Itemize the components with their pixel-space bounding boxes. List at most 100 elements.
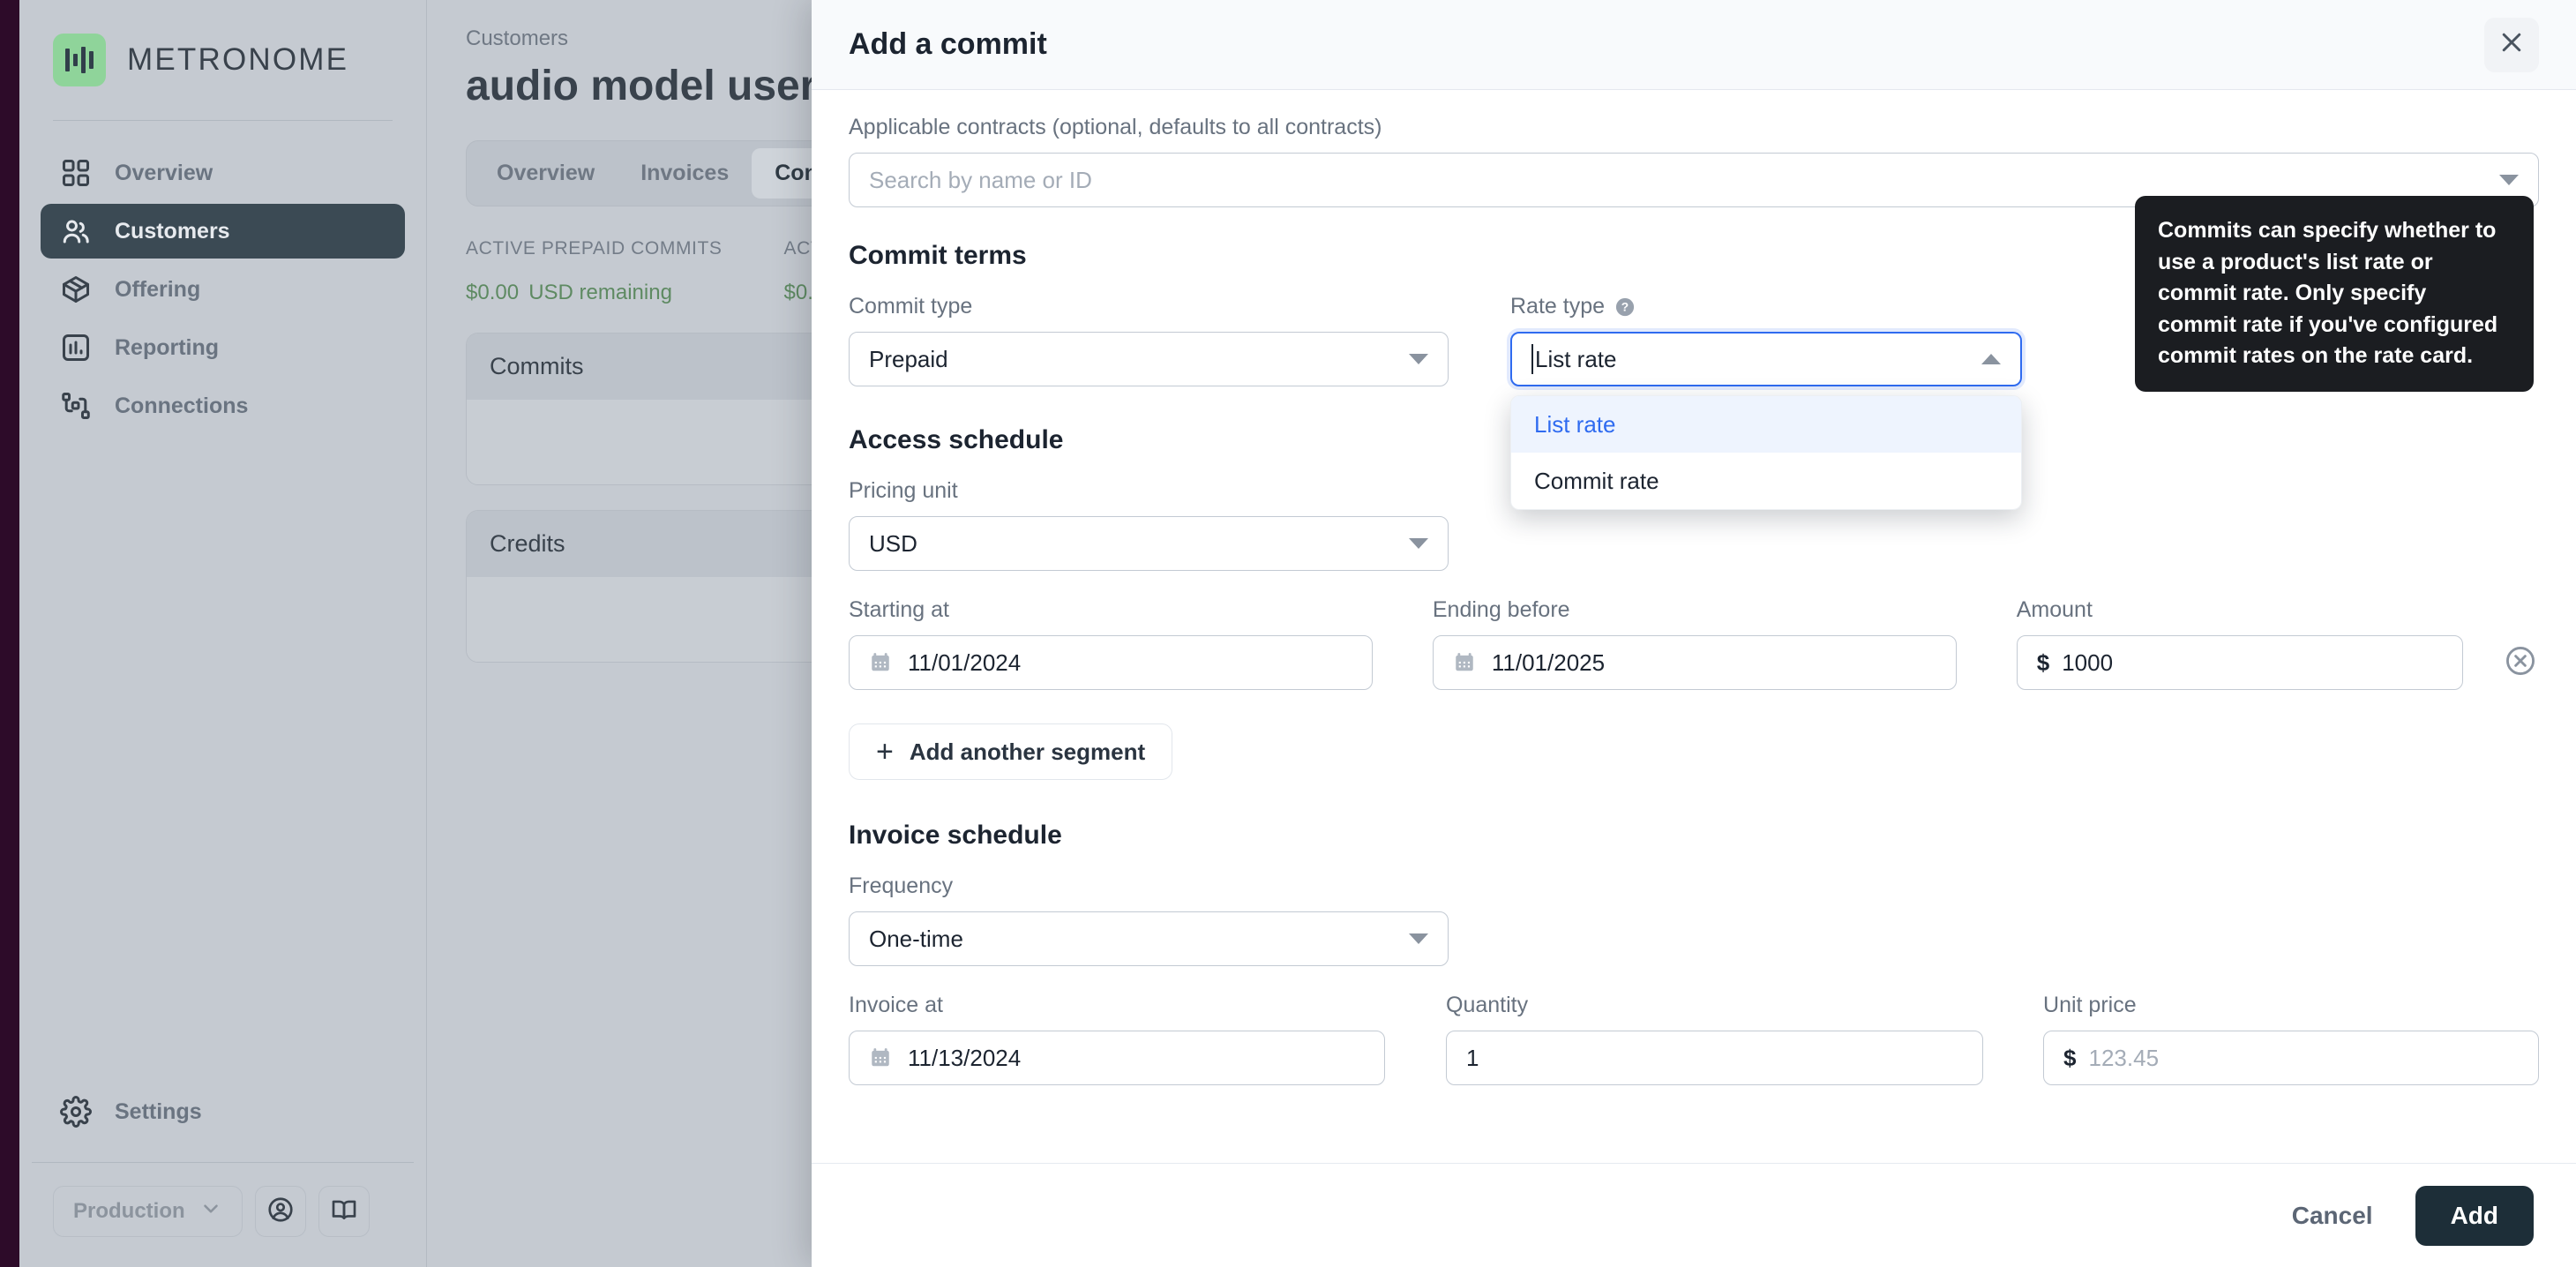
starting-at-value: 11/01/2024 (908, 649, 1021, 677)
frequency-label: Frequency (849, 873, 1449, 899)
user-circle-icon (266, 1196, 295, 1228)
connections-icon (60, 390, 92, 422)
sidebar-item-reporting[interactable]: Reporting (41, 320, 405, 375)
sidebar-bottom-nav: Settings (19, 1084, 426, 1139)
amount-input[interactable]: $ 1000 (2017, 635, 2463, 690)
unit-price-label: Unit price (2043, 993, 2539, 1018)
rate-type-select[interactable]: List rate (1510, 332, 2022, 386)
currency-symbol: $ (2037, 649, 2049, 677)
stat-amount: $0. (784, 281, 813, 304)
tab-overview[interactable]: Overview (474, 148, 618, 199)
box-icon (60, 274, 92, 305)
quantity-label: Quantity (1446, 993, 1982, 1018)
stat-value: $0.00 USD remaining (466, 268, 723, 308)
rate-type-options-menu: List rate Commit rate (1510, 395, 2022, 510)
rate-type-label-wrap: Rate type ? (1510, 294, 2022, 319)
frequency-select[interactable]: One-time (849, 911, 1449, 966)
svg-text:?: ? (1621, 300, 1629, 313)
starting-at-input[interactable]: 11/01/2024 (849, 635, 1373, 690)
screen: METRONOME Overview (0, 0, 2576, 1267)
commit-type-select[interactable]: Prepaid (849, 332, 1449, 386)
quantity-value: 1 (1466, 1045, 1479, 1072)
sidebar-item-connections[interactable]: Connections (41, 379, 405, 433)
close-button[interactable] (2484, 18, 2539, 72)
chevron-down-icon (2499, 175, 2519, 185)
stat-suffix: USD remaining (528, 281, 672, 304)
applicable-contracts-label: Applicable contracts (optional, defaults… (849, 115, 2539, 140)
invoice-at-value: 11/13/2024 (908, 1045, 1021, 1072)
rate-type-option-list-rate[interactable]: List rate (1511, 396, 2021, 453)
docs-button[interactable] (318, 1186, 370, 1237)
commit-type-field: Commit type Prepaid (849, 294, 1449, 386)
chevron-down-icon (1409, 933, 1428, 944)
add-commit-modal: Add a commit Applicable contracts (optio… (812, 0, 2576, 1267)
customer-tabs: Overview Invoices Con (466, 140, 849, 206)
amount-value: 1000 (2062, 649, 2113, 677)
sidebar-item-label: Offering (115, 277, 200, 303)
amount-label: Amount (2017, 597, 2463, 623)
sidebar-item-overview[interactable]: Overview (41, 146, 405, 200)
rate-type-option-commit-rate[interactable]: Commit rate (1511, 453, 2021, 509)
calendar-icon (1453, 650, 1476, 675)
rate-type-tooltip: Commits can specify whether to use a pro… (2135, 196, 2534, 392)
remove-circle-icon (2504, 644, 2537, 682)
modal-header: Add a commit (812, 0, 2576, 90)
sidebar-item-offering[interactable]: Offering (41, 262, 405, 317)
add-another-segment-button[interactable]: + Add another segment (849, 723, 1172, 780)
sidebar: METRONOME Overview (19, 0, 427, 1267)
frequency-value: One-time (869, 926, 963, 953)
unit-price-field: Unit price $ 123.45 (2043, 993, 2539, 1085)
ending-before-field: Ending before 11/01/2025 (1433, 597, 1957, 690)
add-another-segment-label: Add another segment (910, 738, 1145, 766)
sidebar-item-settings[interactable]: Settings (41, 1084, 405, 1139)
rate-type-field: Rate type ? List rate List rate Commit r… (1510, 294, 2022, 386)
invoice-at-field: Invoice at 11/13/2024 (849, 993, 1385, 1085)
pricing-unit-value: USD (869, 530, 917, 558)
ending-before-input[interactable]: 11/01/2025 (1433, 635, 1957, 690)
invoice-schedule-row: Invoice at 11/13/2024 Quantity 1 (849, 993, 2539, 1085)
starting-at-label: Starting at (849, 597, 1373, 623)
text-cursor (1531, 344, 1533, 374)
account-button[interactable] (255, 1186, 306, 1237)
sidebar-item-customers[interactable]: Customers (41, 204, 405, 259)
commit-type-label: Commit type (849, 294, 1449, 319)
invoice-at-input[interactable]: 11/13/2024 (849, 1031, 1385, 1085)
modal-title: Add a commit (849, 27, 1047, 62)
book-icon (330, 1196, 358, 1228)
help-circle-icon[interactable]: ? (1615, 297, 1635, 317)
sidebar-item-label: Customers (115, 219, 230, 244)
pricing-unit-label: Pricing unit (849, 478, 1449, 504)
users-icon (60, 215, 92, 247)
stat-amount: $0.00 (466, 281, 519, 304)
modal-footer: Cancel Add (812, 1163, 2576, 1267)
frequency-field: Frequency One-time (849, 873, 1449, 966)
access-schedule-segment-row: Starting at 11/01/2024 Ending before (849, 597, 2539, 690)
sidebar-item-label: Overview (115, 161, 213, 186)
sidebar-footer: Production (19, 1163, 426, 1267)
remove-segment-button[interactable] (2502, 635, 2539, 690)
calendar-icon (869, 650, 892, 675)
brand: METRONOME (19, 0, 426, 99)
window-edge-strip (0, 0, 19, 1267)
add-button[interactable]: Add (2415, 1186, 2534, 1246)
unit-price-placeholder: 123.45 (2089, 1045, 2160, 1072)
ending-before-value: 11/01/2025 (1492, 649, 1605, 677)
cancel-button[interactable]: Cancel (2278, 1191, 2387, 1241)
applicable-contracts-placeholder: Search by name or ID (869, 167, 1092, 194)
rate-type-label: Rate type (1510, 294, 1605, 319)
rate-type-value: List rate (1535, 346, 1617, 373)
chevron-down-icon (199, 1197, 222, 1226)
gear-icon (60, 1096, 92, 1128)
sidebar-nav: Overview Customers Offering (19, 121, 426, 433)
tab-invoices[interactable]: Invoices (618, 148, 752, 199)
invoice-at-label: Invoice at (849, 993, 1385, 1018)
environment-selector[interactable]: Production (53, 1186, 243, 1237)
unit-price-input[interactable]: $ 123.45 (2043, 1031, 2539, 1085)
pricing-unit-select[interactable]: USD (849, 516, 1449, 571)
quantity-input[interactable]: 1 (1446, 1031, 1982, 1085)
brand-name: METRONOME (127, 42, 348, 78)
invoice-schedule-section-title: Invoice schedule (849, 821, 2539, 851)
sidebar-spacer (19, 433, 426, 1084)
sidebar-item-label: Settings (115, 1099, 202, 1125)
stat-label: ACTIVE PREPAID COMMITS (466, 238, 723, 259)
